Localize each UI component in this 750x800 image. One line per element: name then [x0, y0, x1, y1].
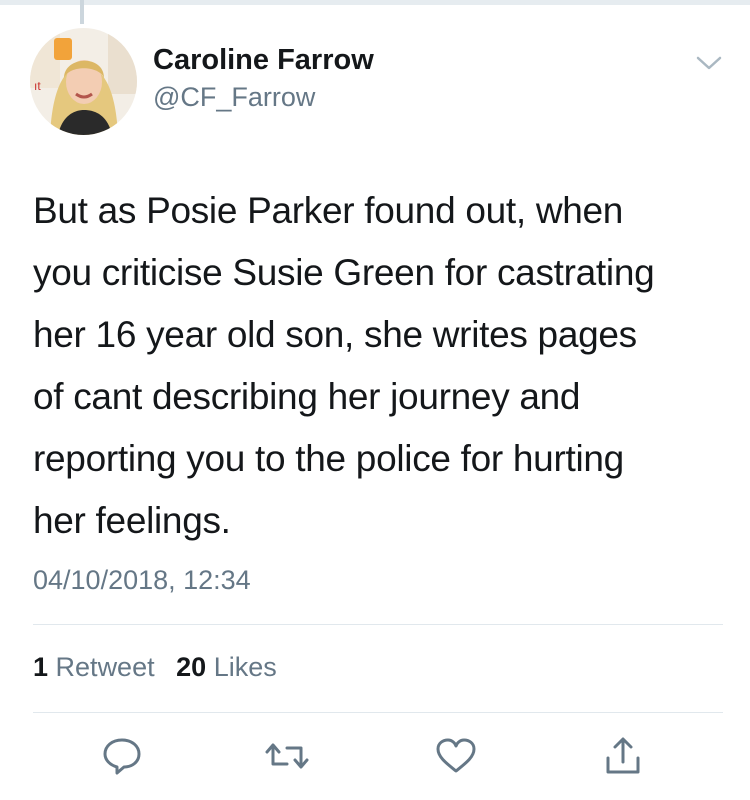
- tweet-text-line: her feelings.: [33, 500, 231, 541]
- author-display-name[interactable]: Caroline Farrow: [153, 44, 374, 77]
- divider: [33, 712, 723, 713]
- author-handle[interactable]: @CF_Farrow: [153, 82, 315, 113]
- tweet-actions: [0, 732, 750, 782]
- heart-icon[interactable]: [432, 732, 480, 780]
- reply-icon[interactable]: [98, 732, 146, 780]
- thread-line: [80, 0, 84, 24]
- like-count[interactable]: 20: [176, 652, 206, 682]
- tweet-text-line: reporting you to the police for hurting: [33, 438, 624, 479]
- tweet-stats: 1 Retweet 20 Likes: [33, 652, 277, 683]
- tweet-text-line: of cant describing her journey and: [33, 376, 581, 417]
- retweet-count[interactable]: 1: [33, 652, 48, 682]
- retweet-icon[interactable]: [263, 732, 311, 780]
- svg-text:ıt: ıt: [34, 79, 41, 93]
- tweet-text-line: you criticise Susie Green for castrating: [33, 252, 655, 293]
- tweet-text-line: But as Posie Parker found out, when: [33, 190, 624, 231]
- chevron-down-icon[interactable]: [694, 52, 724, 74]
- tweet-text: But as Posie Parker found out, when you …: [33, 180, 723, 552]
- retweet-label[interactable]: Retweet: [56, 652, 155, 682]
- avatar[interactable]: ıt: [30, 28, 137, 135]
- like-label[interactable]: Likes: [214, 652, 277, 682]
- divider: [33, 624, 723, 625]
- tweet-timestamp[interactable]: 04/10/2018, 12:34: [33, 565, 251, 596]
- top-separator: [0, 0, 750, 5]
- share-icon[interactable]: [599, 732, 647, 780]
- tweet-text-line: her 16 year old son, she writes pages: [33, 314, 637, 355]
